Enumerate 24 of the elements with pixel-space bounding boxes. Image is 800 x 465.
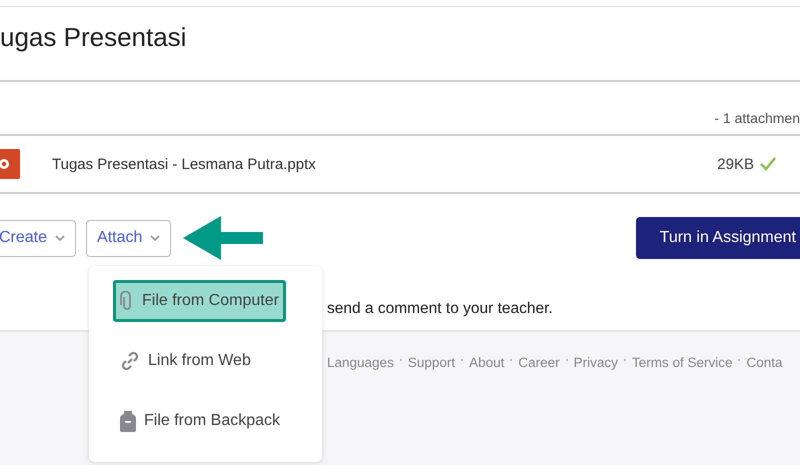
file-size: 29KB <box>717 156 754 172</box>
attachment-count: - 1 attachmen <box>714 110 800 126</box>
turn-in-button[interactable]: Turn in Assignment <box>636 217 800 259</box>
file-name[interactable]: Tugas Presentasi - Lesmana Putra.pptx <box>52 156 712 172</box>
assignment-title: ugas Presentasi <box>0 22 186 54</box>
footer-link[interactable]: Terms of Service <box>632 355 732 370</box>
footer-link[interactable]: Languages <box>327 355 394 370</box>
attach-dropdown-button[interactable]: Attach <box>86 220 172 256</box>
footer-link[interactable]: Conta <box>746 355 782 370</box>
caret-icon <box>55 235 66 241</box>
menu-item[interactable]: File from Computer <box>113 280 286 322</box>
menu-item[interactable]: Link from Web <box>113 340 258 382</box>
footer-link[interactable]: About <box>469 355 504 370</box>
footer-link[interactable]: Support <box>408 355 456 370</box>
caret-icon <box>150 235 160 241</box>
comment-hint: send a comment to your teacher. <box>327 300 553 318</box>
create-dropdown-button[interactable]: Create <box>0 220 76 256</box>
footer-link[interactable]: Career <box>518 355 560 370</box>
menu-item[interactable]: File from Backpack <box>113 400 288 442</box>
paperclip-icon <box>120 291 134 311</box>
link-icon <box>120 351 140 371</box>
backpack-icon <box>120 410 136 432</box>
footer-link[interactable]: Privacy <box>574 355 618 370</box>
arrow-icon <box>183 216 264 260</box>
